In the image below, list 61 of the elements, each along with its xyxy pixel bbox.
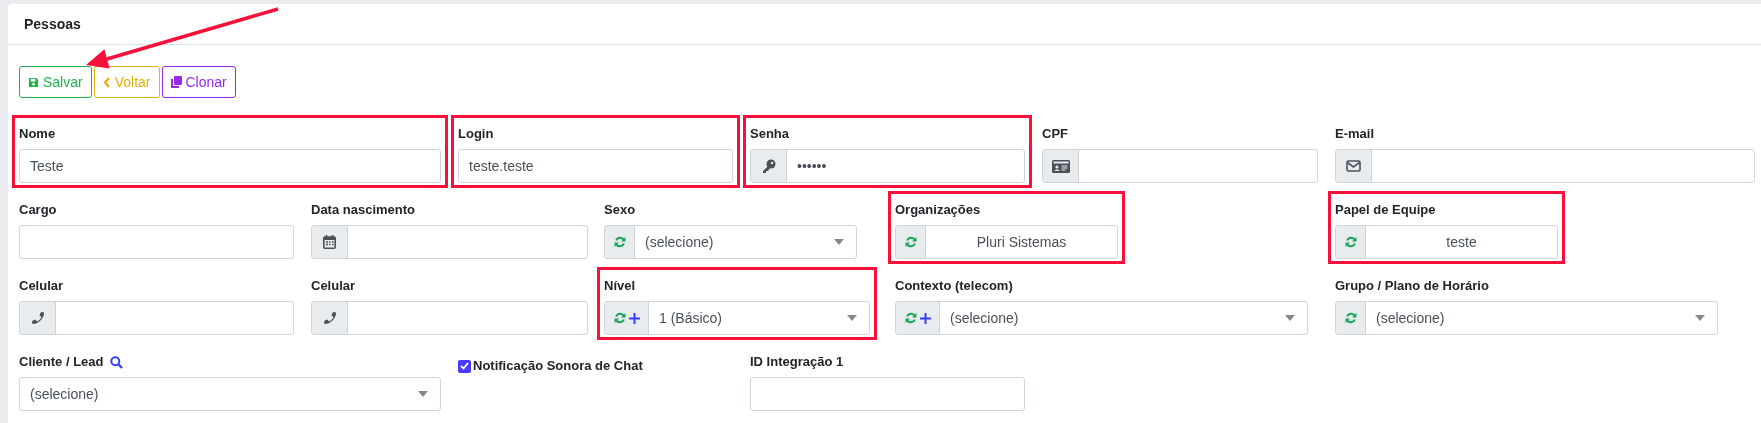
refresh-icon [1344,236,1357,248]
refresh-icon [904,312,917,324]
save-icon [28,76,39,88]
plus-icon [628,312,640,324]
select-field[interactable]: Pluri Sistemas [895,225,1118,259]
envelope-icon [1346,160,1361,172]
select-dropdown[interactable]: (selecione) [895,301,1308,335]
checkbox[interactable] [458,359,471,373]
checkbox-label: Notificação Sonora de Chat [473,357,643,376]
calendar-icon [323,235,336,249]
caret-down-icon [847,315,857,321]
select-dropdown[interactable]: (selecione) [19,377,441,411]
text-field[interactable]: Teste [19,149,441,183]
id-card-icon [1051,159,1070,173]
field-label: Login [458,125,494,144]
field-label: Data nascimento [311,201,416,220]
field-label: Contexto (telecom) [895,277,1013,296]
field-label: Grupo / Plano de Horário [1335,277,1489,296]
email-field[interactable] [1335,149,1755,183]
field-label: Papel de Equipe [1335,201,1436,220]
caret-down-icon [1285,315,1295,321]
refresh-icon [1344,312,1357,324]
search-icon[interactable] [109,355,123,369]
phone-field[interactable] [311,301,588,335]
field-label: Celular [311,277,356,296]
field-label: Organizações [895,201,981,220]
phone-field[interactable] [19,301,294,335]
field-label: Senha [750,125,789,144]
chevron-left-icon [102,76,111,88]
page-title: Pessoas [24,14,81,34]
field-label: CPF [1042,125,1068,144]
text-field[interactable]: teste.teste [458,149,733,183]
field-label: Nome [19,125,56,144]
select-dropdown[interactable]: 1 (Básico) [604,301,870,335]
caret-down-icon [834,239,844,245]
field-label: Nível [604,277,636,296]
plus-icon [919,312,931,324]
caret-down-icon [418,391,428,397]
field-label: Cliente / Lead [19,353,104,372]
field-label: Cargo [19,201,57,220]
field-label: ID Integração 1 [750,353,844,372]
key-icon [761,159,776,173]
cpf-field[interactable] [1042,149,1318,183]
date-field[interactable] [311,225,588,259]
phone-icon [322,311,337,325]
text-field[interactable] [19,225,294,259]
text-field[interactable] [750,377,1025,411]
password-field[interactable]: •••••• [750,149,1025,183]
select-field[interactable]: teste [1335,225,1558,259]
field-label: Sexo [604,201,636,220]
caret-down-icon [1695,315,1705,321]
copy-icon [170,76,182,88]
refresh-icon [904,236,917,248]
field-label: E-mail [1335,125,1374,144]
select-dropdown[interactable]: (selecione) [1335,301,1718,335]
field-label: Celular [19,277,64,296]
refresh-icon [613,236,626,248]
phone-icon [30,311,45,325]
refresh-icon [613,312,626,324]
clone-button[interactable]: Clonar [161,66,236,98]
select-dropdown[interactable]: (selecione) [604,225,857,259]
